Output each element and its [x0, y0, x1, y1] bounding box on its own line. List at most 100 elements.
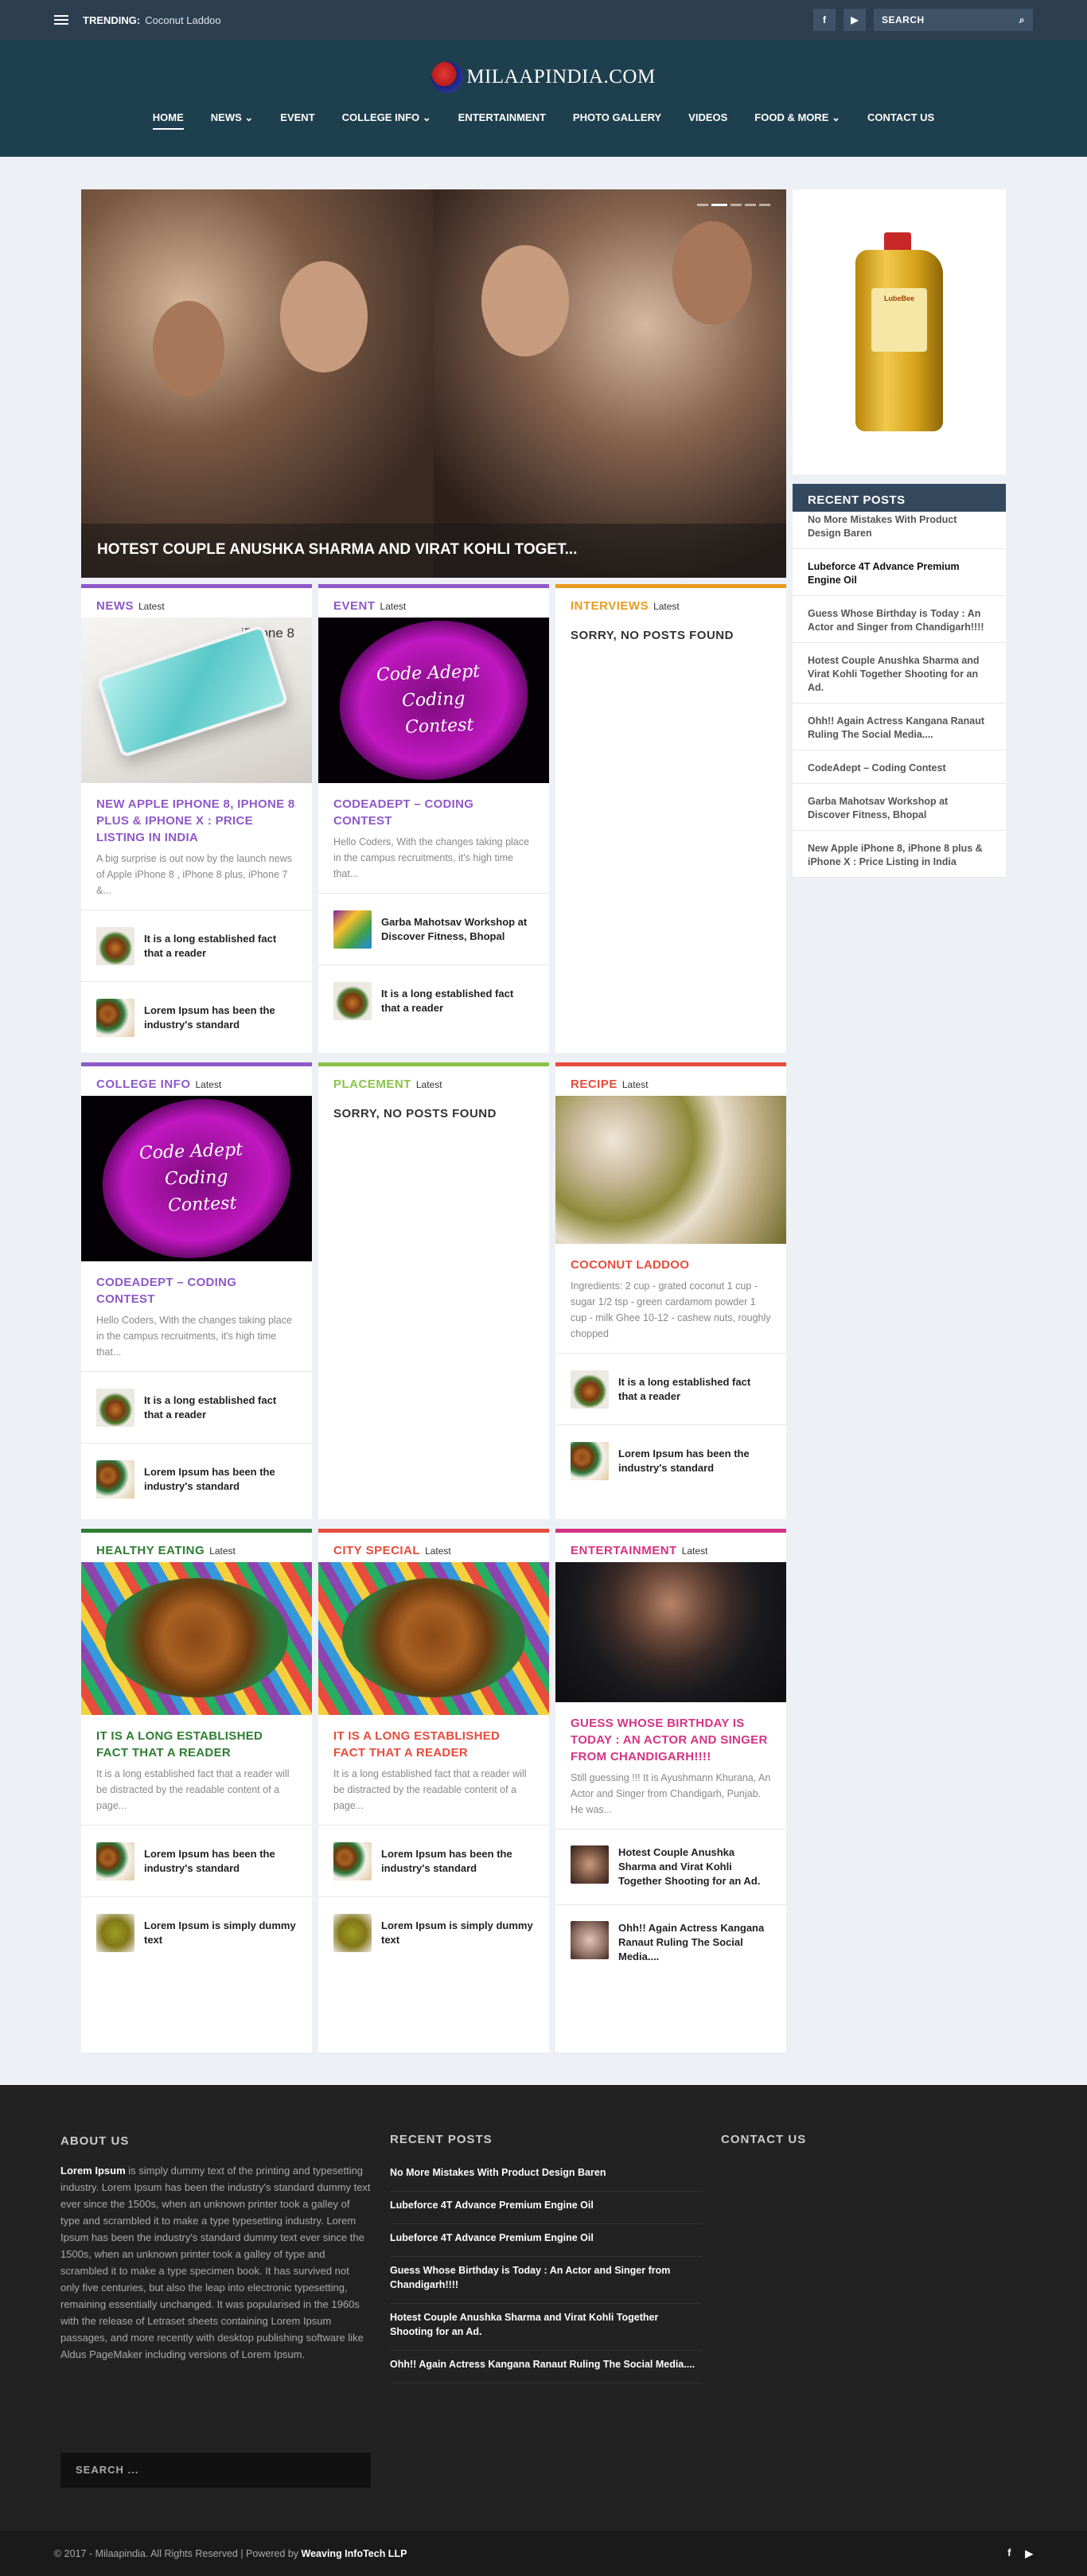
- list-item-title[interactable]: Lorem Ipsum has been the industry's stan…: [618, 1447, 771, 1475]
- recent-post-link[interactable]: Ohh!! Again Actress Kangana Ranaut Rulin…: [793, 703, 1006, 750]
- recent-post-link[interactable]: Hotest Couple Anushka Sharma and Virat K…: [793, 643, 1006, 703]
- list-item-title[interactable]: Lorem Ipsum is simply dummy text: [144, 1919, 297, 1947]
- list-item-title[interactable]: Lorem Ipsum is simply dummy text: [381, 1919, 534, 1947]
- list-item-title[interactable]: It is a long established fact that a rea…: [618, 1375, 771, 1404]
- site-logo[interactable]: MILAAPINDIA.COM: [0, 40, 1087, 102]
- footer-recent-link[interactable]: Lubeforce 4T Advance Premium Engine Oil: [390, 2192, 702, 2224]
- list-item[interactable]: Lorem Ipsum is simply dummy text: [81, 1896, 312, 1968]
- card-title[interactable]: CODEADEPT – CODING CONTEST: [81, 1261, 312, 1312]
- recent-post-link[interactable]: Guess Whose Birthday is Today : An Actor…: [793, 596, 1006, 643]
- search-icon[interactable]: ⌕: [1019, 14, 1025, 26]
- nav-food-more[interactable]: FOOD & MORE ⌄: [754, 111, 840, 130]
- card-category[interactable]: INTERVIEWS: [571, 599, 649, 613]
- engine-oil-ad[interactable]: LubeBee: [793, 189, 1006, 474]
- card-category[interactable]: COLLEGE INFO: [96, 1078, 191, 1091]
- footer-recent-link[interactable]: Guess Whose Birthday is Today : An Actor…: [390, 2257, 702, 2304]
- card-image[interactable]: [81, 1562, 312, 1715]
- card-category[interactable]: NEWS: [96, 599, 134, 613]
- list-item-title[interactable]: Hotest Couple Anushka Sharma and Virat K…: [618, 1845, 771, 1888]
- thumbnail: [96, 926, 134, 965]
- footer-search-input[interactable]: SEARCH ...: [60, 2453, 371, 2488]
- card-category[interactable]: RECIPE: [571, 1078, 618, 1091]
- card-title[interactable]: CODEADEPT – CODING CONTEST: [318, 783, 549, 834]
- list-item[interactable]: It is a long established fact that a rea…: [555, 1353, 786, 1424]
- nav-event[interactable]: EVENT: [280, 111, 314, 130]
- list-item[interactable]: It is a long established fact that a rea…: [81, 1371, 312, 1443]
- footer-recent-link[interactable]: Lubeforce 4T Advance Premium Engine Oil: [390, 2224, 702, 2257]
- nav-videos[interactable]: VIDEOS: [688, 111, 727, 130]
- card-category[interactable]: PLACEMENT: [333, 1078, 411, 1091]
- bottle-brand: LubeBee: [883, 294, 914, 302]
- list-item[interactable]: Lorem Ipsum has been the industry's stan…: [81, 981, 312, 1053]
- slider-dot[interactable]: [759, 204, 770, 206]
- list-item-title[interactable]: It is a long established fact that a rea…: [381, 987, 534, 1015]
- powered-by-link[interactable]: Weaving InfoTech LLP: [302, 2548, 407, 2559]
- trending-link[interactable]: Coconut Laddoo: [145, 14, 220, 26]
- card-image[interactable]: Code Adept Coding Contest: [81, 1096, 312, 1261]
- nav-college-info[interactable]: COLLEGE INFO ⌄: [342, 111, 431, 130]
- hero-title[interactable]: HOTEST COUPLE ANUSHKA SHARMA AND VIRAT K…: [81, 524, 786, 578]
- card-title[interactable]: COCONUT LADDOO: [555, 1244, 786, 1278]
- card-image[interactable]: Code Adept Coding Contest: [318, 618, 549, 783]
- facebook-icon[interactable]: f: [813, 9, 836, 31]
- nav-contact-us[interactable]: CONTACT US: [867, 111, 934, 130]
- recent-post-link[interactable]: Lubeforce 4T Advance Premium Engine Oil: [793, 549, 1006, 596]
- card-image[interactable]: iPhone 8: [81, 618, 312, 783]
- list-item[interactable]: It is a long established fact that a rea…: [318, 965, 549, 1036]
- slider-dot[interactable]: [711, 204, 727, 206]
- menu-icon[interactable]: [54, 15, 68, 25]
- recent-post-link[interactable]: Garba Mahotsav Workshop at Discover Fitn…: [793, 784, 1006, 831]
- list-item-title[interactable]: Garba Mahotsav Workshop at Discover Fitn…: [381, 915, 534, 944]
- no-posts-message: SORRY, NO POSTS FOUND: [571, 629, 734, 642]
- top-search-input[interactable]: SEARCH ⌕: [874, 9, 1033, 31]
- latest-label: Latest: [209, 1545, 236, 1557]
- card-image[interactable]: [555, 1096, 786, 1244]
- card-title[interactable]: GUESS WHOSE BIRTHDAY IS TODAY : AN ACTOR…: [555, 1702, 786, 1770]
- list-item[interactable]: Lorem Ipsum has been the industry's stan…: [318, 1825, 549, 1896]
- card-heading: ENTERTAINMENT Latest: [555, 1533, 786, 1562]
- card-category[interactable]: HEALTHY EATING: [96, 1544, 205, 1557]
- nav-photo-gallery[interactable]: PHOTO GALLERY: [573, 111, 661, 130]
- footer-recent-link[interactable]: Hotest Couple Anushka Sharma and Virat K…: [390, 2304, 702, 2351]
- list-item[interactable]: Lorem Ipsum has been the industry's stan…: [555, 1424, 786, 1496]
- list-item[interactable]: Lorem Ipsum has been the industry's stan…: [81, 1825, 312, 1896]
- recent-post-link[interactable]: CodeAdept – Coding Contest: [793, 750, 1006, 784]
- card-category[interactable]: CITY SPECIAL: [333, 1544, 420, 1557]
- thumbnail: [571, 1441, 609, 1480]
- card-category[interactable]: EVENT: [333, 599, 376, 613]
- slider-dot[interactable]: [697, 204, 708, 206]
- list-item-title[interactable]: Lorem Ipsum has been the industry's stan…: [144, 1465, 297, 1494]
- card-category[interactable]: ENTERTAINMENT: [571, 1544, 677, 1557]
- footer-recent-link[interactable]: Ohh!! Again Actress Kangana Ranaut Rulin…: [390, 2351, 702, 2383]
- card-title[interactable]: IT IS A LONG ESTABLISHED FACT THAT A REA…: [318, 1715, 549, 1766]
- list-item-title[interactable]: Lorem Ipsum has been the industry's stan…: [381, 1847, 534, 1876]
- youtube-icon[interactable]: ▶: [843, 9, 866, 31]
- slider-dot[interactable]: [731, 204, 742, 206]
- slider-dots[interactable]: [697, 204, 770, 206]
- list-item[interactable]: Lorem Ipsum is simply dummy text: [318, 1896, 549, 1968]
- facebook-icon[interactable]: f: [1007, 2547, 1011, 2559]
- nav-news[interactable]: NEWS ⌄: [211, 111, 254, 130]
- nav-entertainment[interactable]: ENTERTAINMENT: [458, 111, 546, 130]
- card-image[interactable]: [318, 1562, 549, 1715]
- footer-recent-link[interactable]: No More Mistakes With Product Design Bar…: [390, 2159, 702, 2192]
- list-item[interactable]: Hotest Couple Anushka Sharma and Virat K…: [555, 1829, 786, 1904]
- card-title[interactable]: IT IS A LONG ESTABLISHED FACT THAT A REA…: [81, 1715, 312, 1766]
- list-item-title[interactable]: Lorem Ipsum has been the industry's stan…: [144, 1004, 297, 1032]
- slider-dot[interactable]: [745, 204, 756, 206]
- list-item-title[interactable]: Lorem Ipsum has been the industry's stan…: [144, 1847, 297, 1876]
- nav-home[interactable]: HOME: [152, 111, 184, 130]
- list-item-title[interactable]: It is a long established fact that a rea…: [144, 1393, 297, 1422]
- hero-slider[interactable]: HOTEST COUPLE ANUSHKA SHARMA AND VIRAT K…: [81, 189, 786, 578]
- list-item[interactable]: Lorem Ipsum has been the industry's stan…: [81, 1443, 312, 1514]
- youtube-icon[interactable]: ▶: [1025, 2547, 1033, 2559]
- card-image[interactable]: [555, 1562, 786, 1702]
- recent-post-link[interactable]: New Apple iPhone 8, iPhone 8 plus & iPho…: [793, 831, 1006, 878]
- list-item[interactable]: Ohh!! Again Actress Kangana Ranaut Rulin…: [555, 1904, 786, 1980]
- list-item-title[interactable]: Ohh!! Again Actress Kangana Ranaut Rulin…: [618, 1921, 771, 1964]
- list-item-title[interactable]: It is a long established fact that a rea…: [144, 932, 297, 961]
- card-title[interactable]: NEW APPLE IPHONE 8, IPHONE 8 PLUS & IPHO…: [81, 783, 312, 851]
- list-item[interactable]: It is a long established fact that a rea…: [81, 910, 312, 981]
- list-item[interactable]: Garba Mahotsav Workshop at Discover Fitn…: [318, 893, 549, 965]
- recent-post-link[interactable]: No More Mistakes With Product Design Bar…: [793, 512, 1006, 549]
